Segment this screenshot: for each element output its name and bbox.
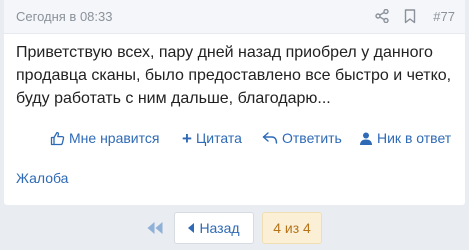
previous-page-label: Назад <box>199 220 240 236</box>
thumbs-up-icon <box>50 131 65 145</box>
reply-icon <box>262 132 278 144</box>
share-icon[interactable] <box>374 8 390 24</box>
post-body: Приветствую всех, пару дней назад приобр… <box>16 44 452 107</box>
plus-icon: + <box>182 128 192 148</box>
double-chevron-left-icon <box>147 222 163 234</box>
post-date: Сегодня в 08:33 <box>16 9 113 24</box>
current-page-indicator: 4 из 4 <box>262 212 322 244</box>
nick-reply-label: Ник в ответ <box>377 130 452 146</box>
triangle-left-icon <box>188 223 195 233</box>
first-page-button[interactable] <box>146 219 164 237</box>
reply-label: Ответить <box>282 130 342 146</box>
nick-reply-button[interactable]: Ник в ответ <box>359 127 451 149</box>
post-header: Сегодня в 08:33 #77 <box>4 0 465 34</box>
complaint-link[interactable]: Жалоба <box>16 170 68 186</box>
quote-button[interactable]: + Цитата <box>182 127 242 149</box>
forum-post: Сегодня в 08:33 #77 Приветствую всех, па… <box>4 0 465 205</box>
like-label: Мне нравится <box>69 130 160 146</box>
post-number[interactable]: #77 <box>433 9 455 24</box>
bookmark-icon[interactable] <box>402 8 418 24</box>
user-icon <box>360 132 372 145</box>
previous-page-button[interactable]: Назад <box>174 212 254 244</box>
like-button[interactable]: Мне нравится <box>50 127 159 149</box>
pagination: Назад 4 из 4 <box>0 212 469 244</box>
post-actions: Мне нравится + Цитата Ответить Ник в отв… <box>4 127 465 149</box>
quote-label: Цитата <box>195 130 242 146</box>
reply-button[interactable]: Ответить <box>262 127 342 149</box>
